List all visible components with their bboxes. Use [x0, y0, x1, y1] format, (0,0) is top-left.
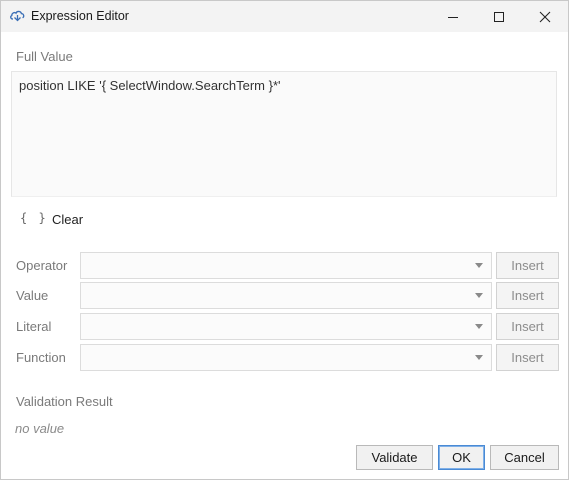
minimize-icon	[448, 16, 458, 18]
operator-select[interactable]	[80, 252, 492, 279]
expression-editor-window: Expression Editor Full Value position LI…	[0, 0, 569, 480]
minimize-button[interactable]	[430, 1, 476, 32]
chevron-down-icon	[475, 355, 483, 360]
value-label: Value	[16, 288, 49, 303]
value-insert-button[interactable]: Insert	[496, 282, 559, 309]
full-value-editor[interactable]: position LIKE '{ SelectWindow.SearchTerm…	[11, 71, 557, 197]
value-select[interactable]	[80, 282, 492, 309]
cloud-app-icon	[9, 8, 26, 23]
literal-insert-button[interactable]: Insert	[496, 313, 559, 340]
chevron-down-icon	[475, 263, 483, 268]
function-select[interactable]	[80, 344, 492, 371]
ok-button[interactable]: OK	[438, 445, 485, 470]
literal-label: Literal	[16, 319, 52, 334]
window-title: Expression Editor	[31, 9, 129, 23]
maximize-icon	[494, 11, 504, 22]
function-label: Function	[16, 350, 66, 365]
title-bar[interactable]: Expression Editor	[1, 1, 568, 32]
validation-result-value: no value	[15, 421, 65, 436]
validation-result-label: Validation Result	[16, 394, 113, 409]
chevron-down-icon	[475, 324, 483, 329]
maximize-button[interactable]	[476, 1, 522, 32]
full-value-label: Full Value	[16, 49, 73, 64]
function-insert-button[interactable]: Insert	[496, 344, 559, 371]
chevron-down-icon	[475, 293, 483, 298]
braces-icon[interactable]: { }	[20, 211, 48, 225]
validate-button[interactable]: Validate	[356, 445, 433, 470]
operator-label: Operator	[16, 258, 68, 273]
operator-insert-button[interactable]: Insert	[496, 252, 559, 279]
literal-select[interactable]	[80, 313, 492, 340]
cancel-button[interactable]: Cancel	[490, 445, 559, 470]
close-icon	[539, 11, 551, 22]
close-button[interactable]	[522, 1, 568, 32]
clear-button[interactable]: Clear	[52, 212, 83, 227]
